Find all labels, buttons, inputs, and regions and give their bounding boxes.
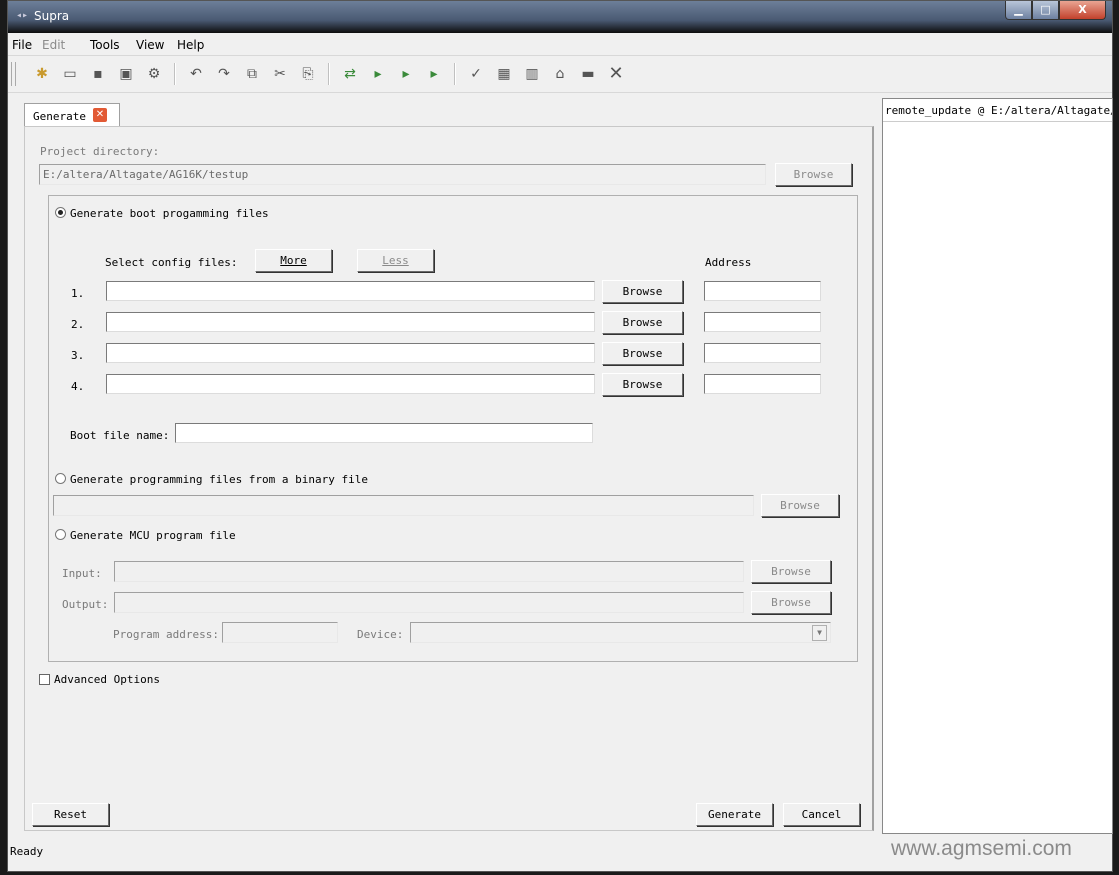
run-c-icon[interactable]: ▸ <box>424 64 444 84</box>
advanced-options-label: Advanced Options <box>54 673 160 686</box>
mcu-input-field[interactable] <box>114 561 744 582</box>
config-row-num: 4. <box>71 380 85 393</box>
boot-radio-label: Generate boot progamming files <box>70 207 269 220</box>
mcu-output-field[interactable] <box>114 592 744 613</box>
new-file-icon[interactable]: ✱ <box>32 64 52 84</box>
minimize-button[interactable]: ▁ <box>1005 1 1032 20</box>
project-sidebar[interactable]: remote_update @ E:/altera/Altagate/ <box>882 98 1113 834</box>
project-directory-field[interactable]: E:/altera/Altagate/AG16K/testup <box>39 164 766 185</box>
config-browse-button-3[interactable]: Browse <box>602 342 683 365</box>
config-row-num: 1. <box>71 287 85 300</box>
device-icon[interactable]: ▬ <box>578 64 598 84</box>
close-window-button[interactable]: X <box>1059 1 1106 20</box>
window-title: Supra <box>34 9 70 23</box>
copy-icon[interactable]: ⧉ <box>242 64 262 84</box>
config-row-num: 2. <box>71 318 85 331</box>
run-p-icon[interactable]: ▸ <box>396 64 416 84</box>
app-icon: ◂▸ <box>16 10 29 21</box>
toolbar: ✱ ▭ ▪ ▣ ⚙ ↶ ↷ ⧉ ✂ ⎘ ⇄ ▸ ▸ ▸ ✓ ▦ ▥ ⌂ ▬ ✕ <box>8 56 1112 93</box>
config-file-input-4[interactable] <box>106 374 595 394</box>
title-bar[interactable]: ◂▸ Supra ▁ □ X <box>8 1 1112 33</box>
less-button[interactable]: Less <box>357 249 434 272</box>
config-row-num: 3. <box>71 349 85 362</box>
more-button[interactable]: More <box>255 249 332 272</box>
binary-radio-label: Generate programming files from a binary… <box>70 473 369 486</box>
mcu-input-label: Input: <box>62 567 102 580</box>
select-config-label: Select config files: <box>105 256 238 269</box>
address-input-1[interactable] <box>704 281 821 301</box>
paste-icon[interactable]: ⎘ <box>298 64 318 84</box>
sidebar-header[interactable]: remote_update @ E:/altera/Altagate/ <box>883 99 1112 122</box>
settings-icon[interactable]: ⚙ <box>144 64 164 84</box>
config-file-input-3[interactable] <box>106 343 595 363</box>
cut-icon[interactable]: ✂ <box>270 64 290 84</box>
device-select[interactable]: ▼ <box>410 622 831 643</box>
binary-browse-button[interactable]: Browse <box>761 494 839 517</box>
device-label: Device: <box>357 628 404 641</box>
compile-icon[interactable]: ⇄ <box>340 64 360 84</box>
generate-button[interactable]: Generate <box>696 803 773 826</box>
config-file-input-1[interactable] <box>106 281 595 301</box>
undo-icon[interactable]: ↶ <box>186 64 206 84</box>
program-address-label: Program address: <box>113 628 219 641</box>
address-input-4[interactable] <box>704 374 821 394</box>
boot-radio[interactable] <box>55 207 66 218</box>
mcu-output-label: Output: <box>62 598 109 611</box>
menu-file[interactable]: File <box>12 38 32 52</box>
tab-close-icon[interactable]: ✕ <box>93 108 107 122</box>
project-directory-label: Project directory: <box>40 145 160 158</box>
maximize-button[interactable]: □ <box>1032 1 1059 20</box>
programmer-icon[interactable]: ⌂ <box>550 64 570 84</box>
save-icon[interactable]: ▪ <box>88 64 108 84</box>
project-directory-value: E:/altera/Altagate/AG16K/testup <box>43 168 249 181</box>
boot-file-name-label: Boot file name: <box>70 429 170 442</box>
mcu-radio[interactable] <box>55 529 66 540</box>
config-browse-button-1[interactable]: Browse <box>602 280 683 303</box>
address-label: Address <box>705 256 752 269</box>
advanced-options-checkbox[interactable] <box>39 674 50 685</box>
chevron-down-icon[interactable]: ▼ <box>812 625 827 641</box>
program-address-field[interactable] <box>222 622 338 643</box>
config-browse-button-4[interactable]: Browse <box>602 373 683 396</box>
mcu-radio-label: Generate MCU program file <box>70 529 236 542</box>
binary-file-field[interactable] <box>53 495 754 516</box>
redo-icon[interactable]: ↷ <box>214 64 234 84</box>
check-icon[interactable]: ✓ <box>466 64 486 84</box>
chip-icon[interactable]: ▦ <box>494 64 514 84</box>
binary-radio[interactable] <box>55 473 66 484</box>
toolbar-grip[interactable] <box>11 62 16 86</box>
tab-generate[interactable]: Generate ✕ <box>24 103 120 126</box>
address-input-2[interactable] <box>704 312 821 332</box>
menu-view[interactable]: View <box>136 38 164 52</box>
menu-bar: File Edit Tools View Help <box>8 33 1112 56</box>
cancel-button[interactable]: Cancel <box>783 803 860 826</box>
tab-generate-label: Generate <box>33 110 86 123</box>
menu-help[interactable]: Help <box>177 38 204 52</box>
address-input-3[interactable] <box>704 343 821 363</box>
mcu-output-browse-button[interactable]: Browse <box>751 591 831 614</box>
main-window: ◂▸ Supra ▁ □ X File Edit Tools View Help… <box>7 0 1113 872</box>
config-browse-button-2[interactable]: Browse <box>602 311 683 334</box>
config-file-input-2[interactable] <box>106 312 595 332</box>
reset-button[interactable]: Reset <box>32 803 109 826</box>
menu-edit[interactable]: Edit <box>42 38 65 52</box>
save-as-icon[interactable]: ▣ <box>116 64 136 84</box>
run-r-icon[interactable]: ▸ <box>368 64 388 84</box>
menu-tools[interactable]: Tools <box>90 38 120 52</box>
open-icon[interactable]: ▭ <box>60 64 80 84</box>
status-text: Ready <box>10 845 44 858</box>
close-icon[interactable]: ✕ <box>606 64 626 84</box>
boot-file-name-input[interactable] <box>175 423 593 443</box>
project-browse-button[interactable]: Browse <box>775 163 852 186</box>
mcu-input-browse-button[interactable]: Browse <box>751 560 831 583</box>
watermark: www.agmsemi.com <box>891 837 1072 860</box>
memory-icon[interactable]: ▥ <box>522 64 542 84</box>
